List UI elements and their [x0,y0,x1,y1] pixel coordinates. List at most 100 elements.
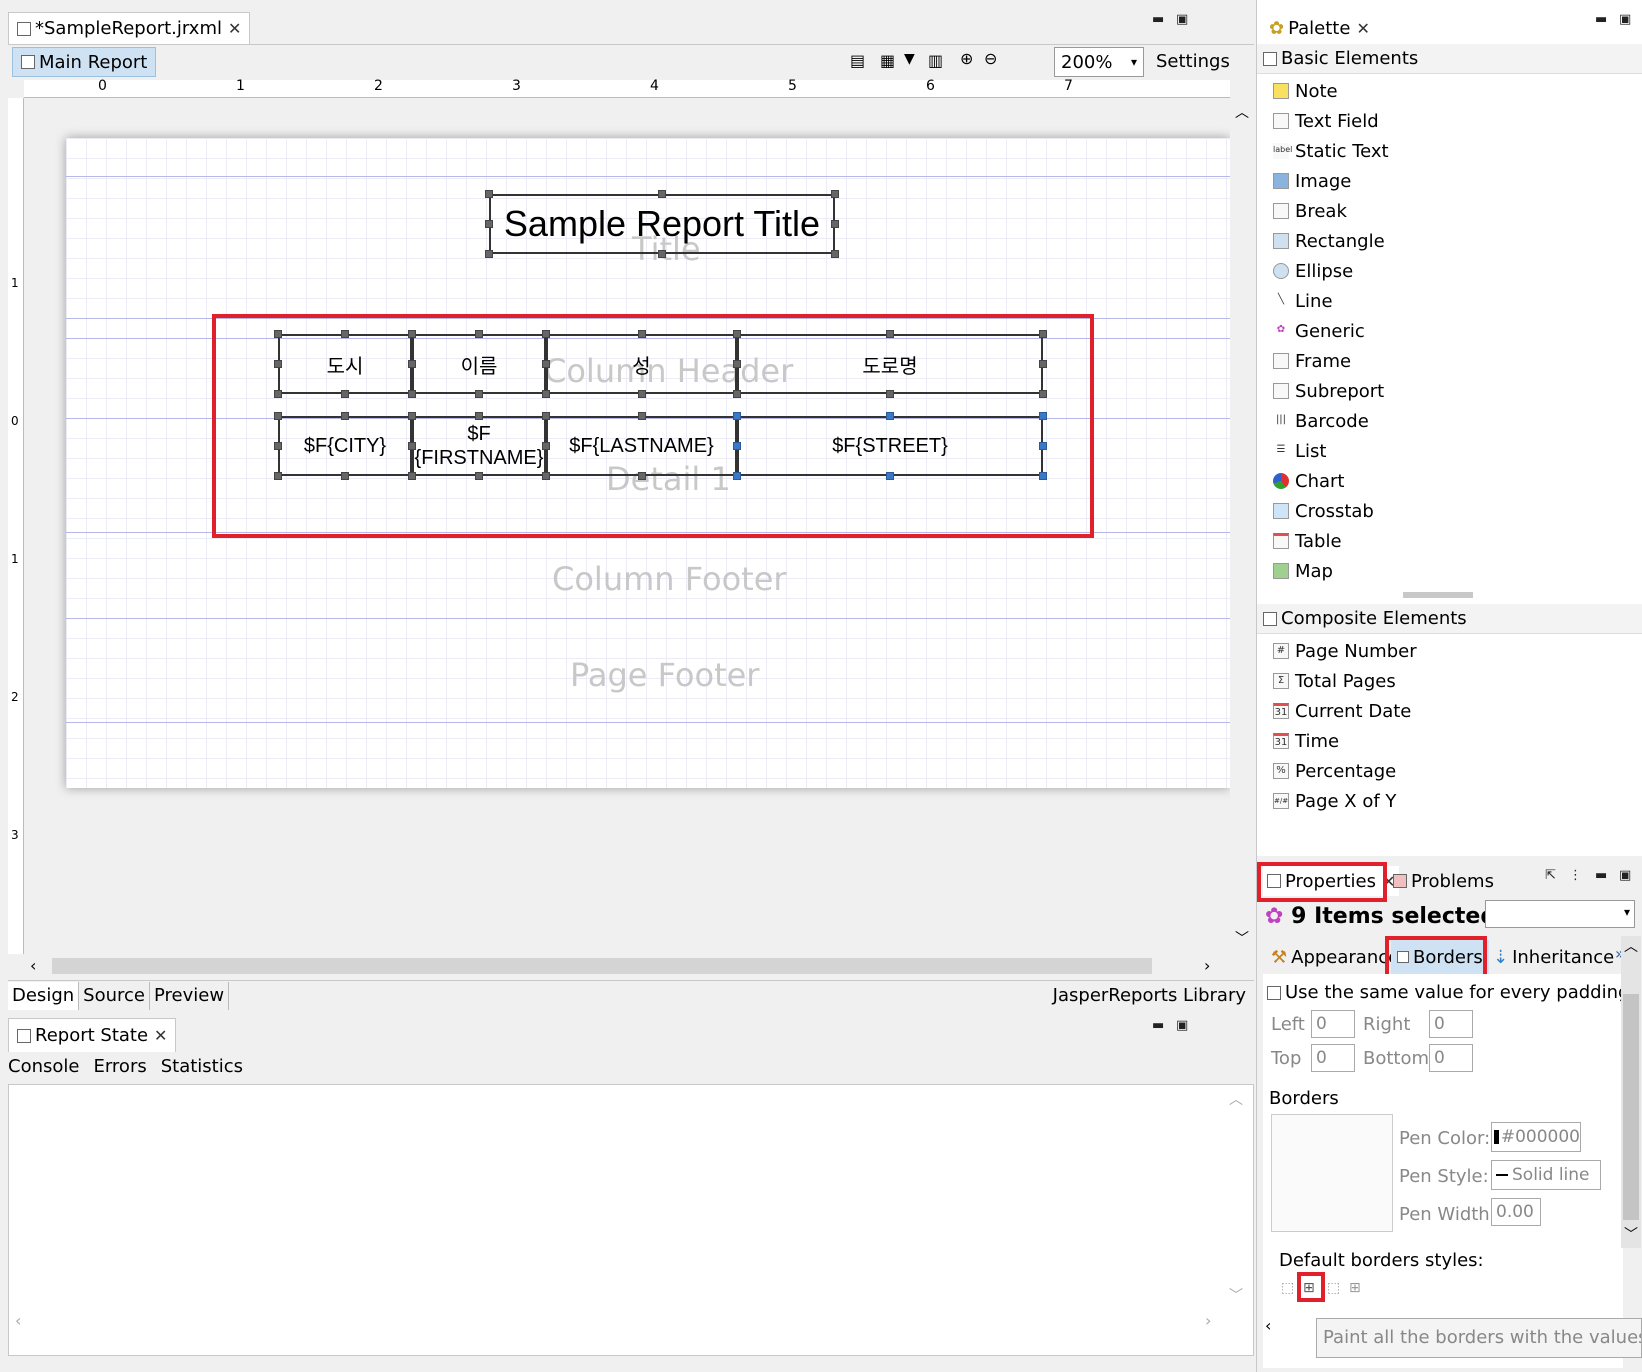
padding-right-spinner[interactable]: 0 [1429,1010,1473,1038]
composite-elements-section[interactable]: Composite Elements [1257,604,1642,634]
palette-item-rectangle[interactable]: Rectangle [1273,226,1385,256]
element-select[interactable]: ▾ [1485,900,1635,928]
main-report-tab[interactable]: Main Report [12,47,157,77]
resize-handle[interactable] [733,442,741,450]
same-padding-checkbox[interactable]: Use the same value for every padding [1267,982,1629,1003]
field-lastname[interactable]: $F{LASTNAME} [546,416,737,476]
resize-handle[interactable] [733,390,741,398]
palette-item-list[interactable]: ☰ List [1273,436,1327,466]
resize-handle[interactable] [638,472,646,480]
minimize-icon[interactable]: ▬ [1595,12,1607,27]
resize-handle[interactable] [638,390,646,398]
maximize-icon[interactable]: ▣ [1176,1018,1188,1033]
resize-handle[interactable] [475,390,483,398]
resize-handle[interactable] [274,360,282,368]
chevron-right-icon[interactable]: › [1204,956,1210,975]
tab-console[interactable]: Console [8,1056,79,1077]
vertical-scrollbar[interactable]: ︿ ﹀ [1230,98,1254,954]
pen-style-select[interactable]: Solid line [1491,1160,1601,1190]
header-street[interactable]: 도로명 [737,334,1043,394]
report-page[interactable]: Title Column Header Detail 1 Column Foot… [66,138,1230,788]
border-preview[interactable] [1271,1114,1393,1232]
resize-handle[interactable] [485,250,493,258]
chevron-up-icon[interactable]: ︿ [1235,102,1249,122]
resize-handle[interactable] [408,390,416,398]
report-state-tab[interactable]: Report State ✕ [8,1018,177,1052]
no-borders-icon[interactable]: ⬚ [1281,1280,1294,1296]
resize-handle[interactable] [475,412,483,420]
resize-handle[interactable] [733,330,741,338]
layout-icon[interactable]: ▤ [850,51,865,70]
scroll-thumb[interactable] [52,958,1152,974]
resize-handle[interactable] [1039,360,1047,368]
resize-handle[interactable] [638,412,646,420]
resize-handle[interactable] [408,412,416,420]
zoom-select[interactable]: 200% ▾ [1054,47,1144,77]
chevron-left-icon[interactable]: ‹ [15,1311,21,1330]
padding-bottom-spinner[interactable]: 0 [1429,1044,1473,1072]
grid-icon[interactable]: ▦ [880,51,895,70]
resize-handle[interactable] [886,412,894,420]
chevron-down-icon[interactable]: ▼ [904,51,915,67]
pen-color-picker[interactable]: #000000 [1491,1122,1581,1152]
report-title-element[interactable]: Sample Report Title [489,194,835,254]
resize-handle[interactable] [274,442,282,450]
palette-item-generic[interactable]: ✿ Generic [1273,316,1365,346]
resize-handle[interactable] [1039,442,1047,450]
more-icon[interactable]: ⋮ [1569,868,1582,883]
palette-item-total-pages[interactable]: Σ Total Pages [1273,666,1396,696]
palette-item-text-field[interactable]: Text Field [1273,106,1379,136]
resize-handle[interactable] [542,412,550,420]
resize-handle[interactable] [886,472,894,480]
problems-tab[interactable]: Problems [1393,866,1494,896]
field-street[interactable]: $F{STREET} [737,416,1043,476]
palette-item-break[interactable]: Break [1273,196,1347,226]
chevron-down-icon[interactable]: ﹀ [1624,1224,1638,1244]
chevron-up-icon[interactable]: ︿ [1229,1089,1243,1109]
chevron-right-icon[interactable]: › [1205,1311,1211,1330]
header-firstname[interactable]: 이름 [412,334,546,394]
resize-handle[interactable] [831,220,839,228]
palette-item-chart[interactable]: Chart [1273,466,1344,496]
resize-handle[interactable] [542,330,550,338]
minimize-icon[interactable]: ▬ [1152,1018,1164,1033]
resize-handle[interactable] [831,190,839,198]
tab-errors[interactable]: Errors [93,1056,146,1077]
resize-handle[interactable] [408,442,416,450]
maximize-icon[interactable]: ▣ [1176,12,1188,27]
minimize-icon[interactable]: ▬ [1595,868,1607,883]
palette-item-frame[interactable]: Frame [1273,346,1351,376]
resize-handle[interactable] [1039,390,1047,398]
resize-handle[interactable] [542,442,550,450]
palette-item-page-x-of-y[interactable]: #/# Page X of Y [1273,786,1396,816]
palette-item-static-text[interactable]: label Static Text [1273,136,1389,166]
properties-scrollbar[interactable]: ︿ ﹀ [1621,936,1641,1248]
maximize-icon[interactable]: ▣ [1619,868,1631,883]
resize-handle[interactable] [638,330,646,338]
header-city[interactable]: 도시 [278,334,412,394]
resize-handle[interactable] [341,390,349,398]
palette-item-note[interactable]: Note [1273,76,1338,106]
palette-item-line[interactable]: ╲ Line [1273,286,1333,316]
resize-handle[interactable] [1039,472,1047,480]
resize-handle[interactable] [475,330,483,338]
resize-handle[interactable] [658,250,666,258]
resize-handle[interactable] [542,390,550,398]
scroll-thumb[interactable] [1623,994,1639,1220]
resize-handle[interactable] [341,472,349,480]
chevron-up-icon[interactable]: ︿ [1624,936,1638,956]
minimize-icon[interactable]: ▬ [1152,12,1164,27]
padding-left-spinner[interactable]: 0 [1311,1010,1355,1038]
palette-item-image[interactable]: Image [1273,166,1351,196]
chevron-left-icon[interactable]: ‹ [1265,1316,1271,1335]
tab-statistics[interactable]: Statistics [161,1056,243,1077]
tab-inheritance[interactable]: ⇣ Inheritance [1487,940,1620,974]
resize-handle[interactable] [1039,412,1047,420]
resize-handle[interactable] [886,390,894,398]
field-firstname[interactable]: $F {FIRSTNAME} [412,416,546,476]
palette-item-ellipse[interactable]: Ellipse [1273,256,1353,286]
close-icon[interactable]: ✕ [1356,19,1369,38]
chevron-left-icon[interactable]: ‹ [30,956,36,975]
close-icon[interactable]: ✕ [228,19,241,38]
pen-width-spinner[interactable]: 0.00 [1491,1198,1541,1226]
